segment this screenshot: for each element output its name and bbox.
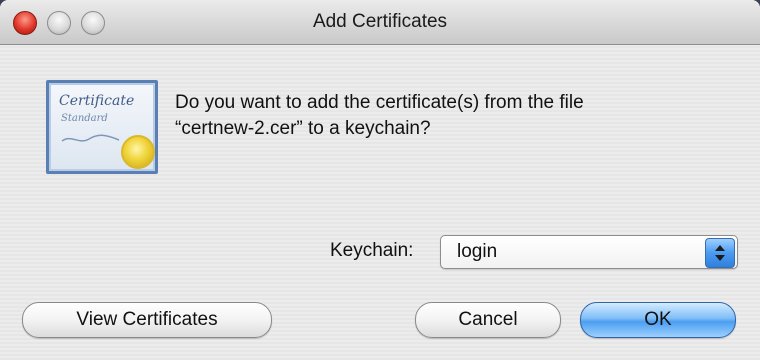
up-down-arrows-icon <box>715 245 725 261</box>
certificate-icon: Certificate Standard <box>46 80 158 174</box>
add-certificates-dialog: Add Certificates Certificate Standard Do… <box>0 0 760 360</box>
certificate-icon-subtitle: Standard <box>61 113 108 124</box>
dialog-message: Do you want to add the certificate(s) fr… <box>175 90 735 142</box>
window-title: Add Certificates <box>312 11 448 32</box>
ok-button[interactable]: OK <box>580 302 736 338</box>
certificate-signature-icon <box>61 134 120 142</box>
keychain-label: Keychain: <box>330 240 414 261</box>
dialog-message-line-2: “certnew-2.cer” to a keychain? <box>175 118 431 139</box>
dialog-message-line-1: Do you want to add the certificate(s) fr… <box>175 92 584 113</box>
certificate-seal-icon <box>121 135 155 169</box>
cancel-button[interactable]: Cancel <box>415 302 561 338</box>
view-certificates-button[interactable]: View Certificates <box>22 302 272 338</box>
popup-arrows-icon[interactable] <box>705 238 735 268</box>
title-bar: Add Certificates <box>0 0 760 45</box>
keychain-selected-value: login <box>457 241 498 262</box>
certificate-icon-title: Certificate <box>59 93 135 109</box>
keychain-popup[interactable]: login <box>440 235 738 269</box>
